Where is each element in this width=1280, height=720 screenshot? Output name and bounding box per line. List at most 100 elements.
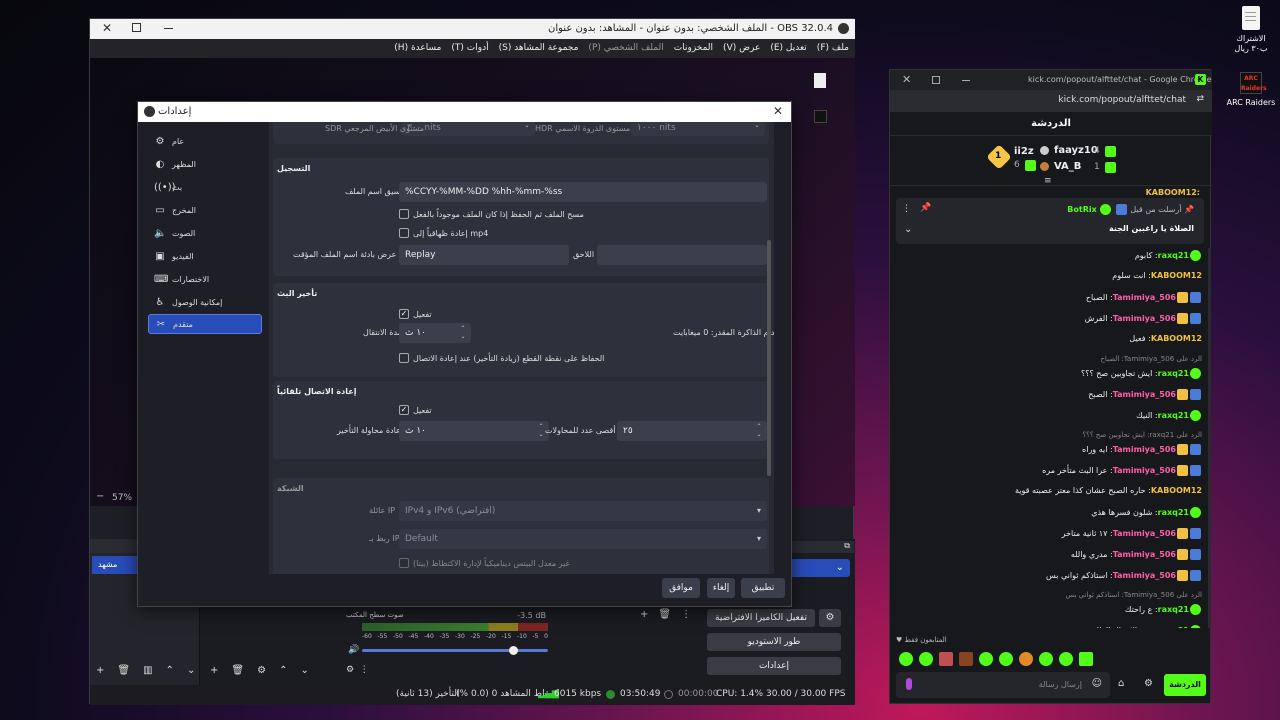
chat-username[interactable]: 506_Tamimiya <box>1113 466 1176 475</box>
filename-format-input[interactable]: %CCYY-%MM-%DD %hh-%mm-%ss <box>399 182 767 202</box>
chat-message[interactable]: raxq21: كابوم <box>1135 250 1202 261</box>
virtual-camera-button[interactable]: تفعيل الكاميرا الافتراضية <box>707 609 815 627</box>
chat-username[interactable]: 506_Tamimiya <box>1113 314 1176 323</box>
chat-username[interactable]: KABOOM12 <box>1151 486 1202 495</box>
transition-more-icon[interactable]: ⋮ <box>681 609 691 620</box>
translate-icon[interactable]: ⇄ <box>1196 94 1204 104</box>
leaderboard-menu-icon[interactable]: ≡ <box>1044 176 1052 186</box>
retry-delay-input[interactable]: ١٠ ث ⌃ ⌄ <box>399 421 549 441</box>
chat-username[interactable]: KABOOM12 <box>1151 334 1202 343</box>
chat-message[interactable]: raxq21: شلون فسرها هذي <box>1091 507 1202 518</box>
chat-message[interactable]: 506_Tamimiya: استاذكم ثواني بس <box>1046 570 1202 581</box>
chat-username[interactable]: 506_Tamimiya <box>1113 571 1176 580</box>
sidebar-item-appearance[interactable]: ◐ المظهر <box>148 155 262 175</box>
speaker-icon[interactable]: 🔊 <box>348 645 359 655</box>
chrome-url-bar[interactable]: kick.com/popout/alfttet/chat ⇄ <box>890 90 1212 112</box>
chat-username[interactable]: raxq21 <box>1158 508 1189 517</box>
source-up-icon[interactable]: ⌃ <box>279 665 287 676</box>
chat-username[interactable]: KABOOM12 <box>1151 271 1202 280</box>
source-down-icon[interactable]: ⌄ <box>300 665 308 676</box>
emoji-icon[interactable]: ☺ <box>1092 678 1102 689</box>
store-icon[interactable]: ⌂ <box>1118 678 1124 689</box>
emote-icon[interactable] <box>1079 652 1093 666</box>
chat-username[interactable]: raxq21 <box>1158 251 1189 260</box>
remove-scene-icon[interactable]: 🗑 <box>117 665 130 676</box>
emote-icon[interactable] <box>979 652 993 666</box>
reconnect-checkbox[interactable]: ✓ <box>399 405 409 415</box>
stream-delay-checkbox[interactable]: ✓ <box>399 309 409 319</box>
add-transition-icon[interactable]: + <box>640 609 648 620</box>
source-settings-icon[interactable]: ⚙ <box>257 665 266 676</box>
chat-send-button[interactable]: الدردشة <box>1164 674 1206 696</box>
hdr-nominal-field[interactable]: ١٠٠٠ nits ⌄ <box>631 122 765 136</box>
chat-username[interactable]: 506_Tamimiya <box>1113 529 1176 538</box>
chat-username[interactable]: raxq21 <box>1158 369 1189 378</box>
desktop-icon-subscription[interactable]: الاشتراك ب٣٠ ريال <box>1228 6 1274 54</box>
close-icon[interactable]: ✕ <box>102 21 112 35</box>
mixer-settings-icon[interactable]: ⚙ ⋮ <box>346 665 369 675</box>
sidebar-item-hotkeys[interactable]: ⌨ الاختصارات <box>148 270 262 290</box>
maximize-icon[interactable] <box>132 23 141 32</box>
emote-icon[interactable] <box>1059 652 1073 666</box>
close-icon[interactable]: ✕ <box>902 73 911 86</box>
menu-tools[interactable]: أدوات (T) <box>451 43 488 53</box>
add-source-icon[interactable]: + <box>210 665 218 676</box>
remove-source-icon[interactable]: 🗑 <box>231 665 244 676</box>
chat-username[interactable]: raxq21 <box>1158 626 1189 628</box>
chat-username[interactable]: raxq21 <box>1158 605 1189 614</box>
pinned-message[interactable]: ⋮ 📌 📌 أرسلت من قبل BotRix الصلاة يا راغب… <box>896 198 1204 244</box>
menu-scene-collection[interactable]: مجموعة المشاهد (S) <box>499 43 579 53</box>
emote-icon[interactable] <box>939 652 953 666</box>
sidebar-item-accessibility[interactable]: ♿ إمكانية الوصول <box>148 293 262 313</box>
chat-message[interactable]: 506_Tamimiya: مدري والله <box>1071 549 1202 560</box>
close-icon[interactable]: ✕ <box>773 104 783 118</box>
pin-icon[interactable]: 📌 <box>920 203 931 213</box>
mic-icon[interactable] <box>906 678 912 690</box>
minimize-icon[interactable] <box>164 28 173 29</box>
overwrite-checkbox[interactable] <box>399 209 409 219</box>
minimize-icon[interactable] <box>962 80 970 81</box>
replay-suffix-input[interactable] <box>597 245 767 265</box>
chat-message[interactable]: KABOOM12: انت سلوم <box>1112 271 1202 280</box>
menu-help[interactable]: مساعدة (H) <box>394 43 441 53</box>
delay-duration-input[interactable]: ١٠ ث ⌃ ⌄ <box>399 323 471 343</box>
add-scene-icon[interactable]: + <box>96 665 104 676</box>
chat-message[interactable]: raxq21: مدة الاتصال الطاهر <box>1088 625 1202 628</box>
chat-message[interactable]: 506_Tamimiya: ايه وراه <box>1082 444 1202 455</box>
preserve-cutoff-checkbox[interactable] <box>399 353 409 363</box>
max-retries-input[interactable]: ٢٥ ⌃ ⌄ <box>617 421 767 441</box>
studio-mode-button[interactable]: طور الاستوديو <box>707 633 841 651</box>
controls-dropdown[interactable]: ⌄ <box>790 559 850 577</box>
chat-scrollbar[interactable] <box>1208 248 1211 628</box>
settings-scrollbar[interactable] <box>766 122 772 574</box>
ok-button[interactable]: موافق <box>662 578 700 598</box>
chat-username[interactable]: 506_Tamimiya <box>1113 550 1176 559</box>
sidebar-item-output[interactable]: ▭ المخرج <box>148 201 262 221</box>
chat-username[interactable]: 506_Tamimiya <box>1113 293 1176 302</box>
sidebar-item-advanced[interactable]: ✂ متقدم <box>148 314 262 334</box>
sidebar-item-stream[interactable]: ((•)) بث <box>148 178 262 198</box>
menu-file[interactable]: ملف (F) <box>817 43 849 53</box>
chat-message[interactable]: 506_Tamimiya: عرا البث متأخر مره <box>1042 465 1202 476</box>
volume-slider[interactable] <box>362 646 548 655</box>
chat-username[interactable]: raxq21 <box>1158 411 1189 420</box>
maximize-icon[interactable] <box>932 76 940 84</box>
sidebar-item-video[interactable]: ▣ الفيديو <box>148 247 262 267</box>
chat-message[interactable]: 506_Tamimiya: ١٧ ثانية متاخر <box>1062 528 1202 539</box>
chat-message[interactable]: raxq21: النيك <box>1136 410 1202 421</box>
menu-view[interactable]: عرض (V) <box>723 43 760 53</box>
sidebar-item-audio[interactable]: 🔈 الصوت <box>148 224 262 244</box>
filter-icon[interactable]: ▥ <box>143 665 152 676</box>
volume-slider-handle[interactable] <box>509 646 518 655</box>
chevron-down-icon[interactable]: ⌄ <box>904 224 912 235</box>
emote-icon[interactable] <box>959 652 973 666</box>
sidebar-item-general[interactable]: ⚙ عام <box>148 132 262 152</box>
chat-message[interactable]: raxq21: ايش تجاوبين صح ؟؟؟ <box>1081 368 1202 379</box>
chat-username[interactable]: 506_Tamimiya <box>1113 390 1176 399</box>
cancel-button[interactable]: إلغاء <box>707 578 735 598</box>
emote-icon[interactable] <box>1039 652 1053 666</box>
chat-message[interactable]: KABOOM12: حاره الصبح عشان كذا معتز عصبته… <box>1015 486 1202 495</box>
chat-reply-reference[interactable]: الرد على 506_Tamimiya: استاذكم ثواني بس <box>1066 591 1202 599</box>
more-icon[interactable]: ⋮ <box>902 204 911 214</box>
emote-icon[interactable] <box>919 652 933 666</box>
